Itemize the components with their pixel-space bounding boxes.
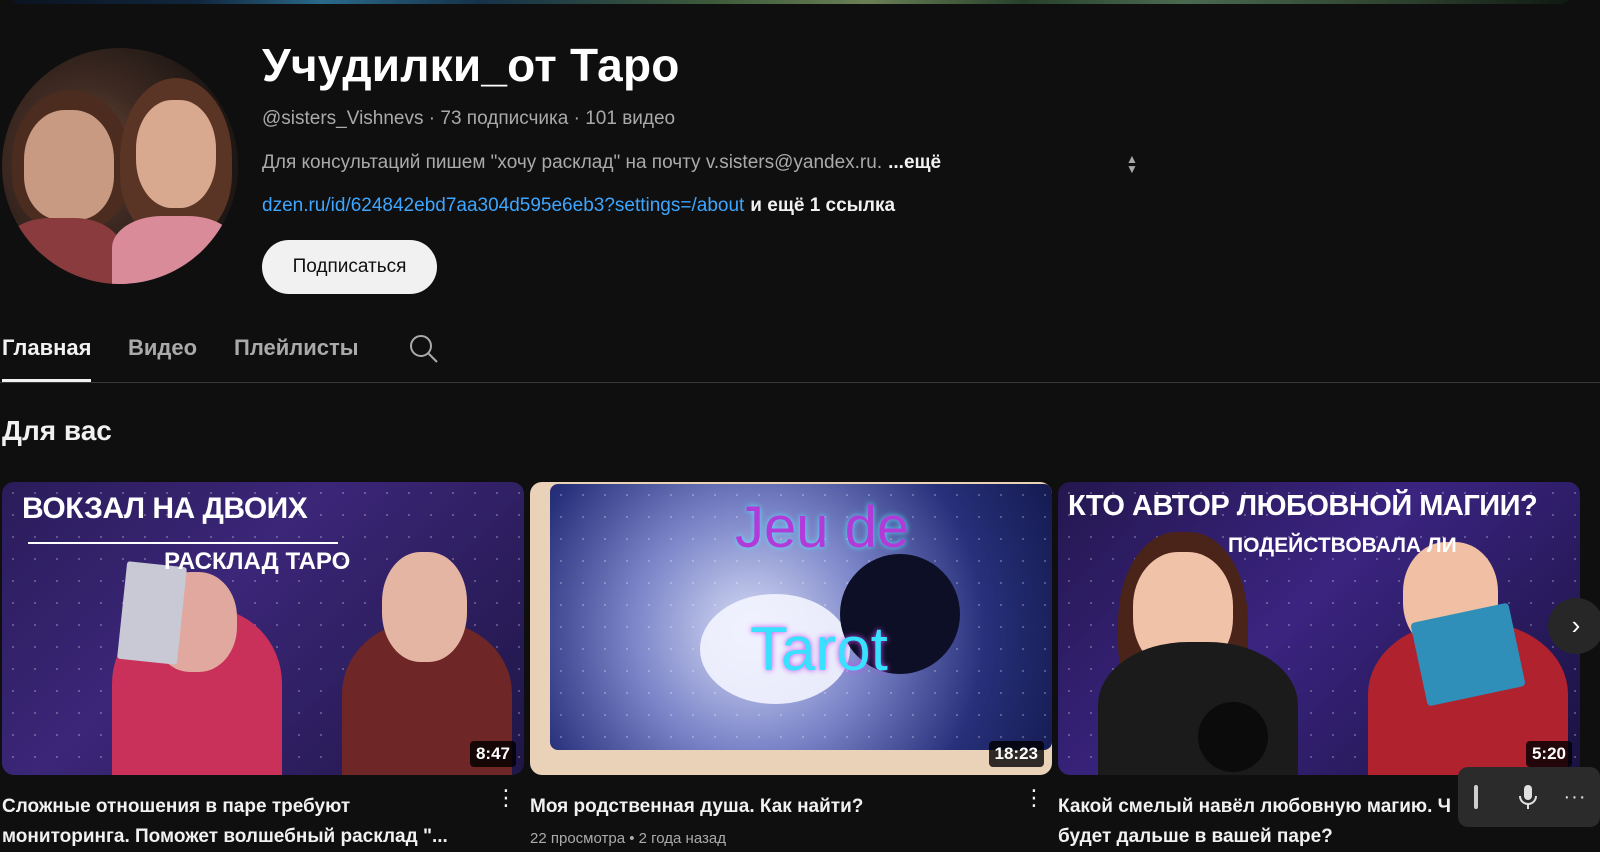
thumbnail-text: Tarot (750, 615, 888, 684)
thumbnail-text: Jeu de (735, 495, 910, 560)
section-title: Для вас (2, 415, 112, 446)
thumbnail-text: ПОДЕЙСТВОВАЛА ЛИ (1228, 534, 1457, 557)
video-thumbnail[interactable]: КТО АВТОР ЛЮБОВНОЙ МАГИИ? ПОДЕЙСТВОВАЛА … (1058, 482, 1580, 775)
subscribe-button[interactable]: Подписаться (262, 240, 437, 294)
channel-links: dzen.ru/id/624842ebd7aa304d595e6eb3?sett… (262, 195, 895, 217)
subscriber-count: 73 подписчика (440, 108, 569, 129)
more-horiz-icon[interactable]: ··· (1562, 783, 1588, 811)
channel-meta: @sisters_Vishnevs · 73 подписчика · 101 … (262, 108, 675, 130)
video-thumbnail[interactable]: Jeu de Tarot 18:23 (530, 482, 1052, 775)
video-duration: 18:23 (988, 741, 1044, 767)
channel-external-link[interactable]: dzen.ru/id/624842ebd7aa304d595e6eb3?sett… (262, 195, 744, 216)
thumbnail-text: РАСКЛАД ТАРО (164, 548, 351, 575)
video-meta: 22 просмотра • 2 года назад (530, 830, 726, 847)
more-vert-icon[interactable]: ⋮ (494, 784, 518, 812)
channel-banner (10, 0, 1570, 4)
channel-name: Учудилки_от Таро (262, 39, 680, 91)
video-thumbnail[interactable]: ВОКЗАЛ НА ДВОИХ РАСКЛАД ТАРО 8:47 (2, 482, 524, 775)
tab-home[interactable]: Главная (2, 335, 92, 382)
meta-separator: · (573, 108, 580, 129)
more-links-button[interactable]: и ещё 1 ссылка (750, 195, 895, 216)
description-more-link[interactable]: ...ещё (888, 152, 941, 173)
chevron-right-icon[interactable]: › (1548, 598, 1600, 654)
video-duration: 8:47 (469, 741, 516, 767)
tab-videos[interactable]: Видео (128, 335, 197, 379)
search-icon[interactable] (408, 333, 440, 365)
channel-tabs: Главная Видео Плейлисты (0, 325, 1600, 383)
mic-icon[interactable] (1516, 783, 1540, 811)
thumbnail-text: ВОКЗАЛ НА ДВОИХ (22, 492, 308, 525)
video-title[interactable]: Моя родственная душа. Как найти? (530, 792, 990, 822)
meta-separator: · (428, 108, 436, 129)
drag-handle[interactable] (1474, 785, 1478, 809)
video-count: 101 видео (585, 108, 676, 129)
video-title[interactable]: Сложные отношения в паре требуют монитор… (2, 792, 462, 852)
description-text: Для консультаций пишем "хочу расклад" на… (262, 152, 883, 173)
thumbnail-text: КТО АВТОР ЛЮБОВНОЙ МАГИИ? (1068, 490, 1538, 522)
unfold-icon: ▲ ▼ (1126, 152, 1138, 176)
video-duration: 5:20 (1525, 741, 1572, 767)
channel-handle: @sisters_Vishnevs (262, 108, 424, 129)
more-vert-icon[interactable]: ⋮ (1022, 784, 1046, 812)
channel-description[interactable]: Для консультаций пишем "хочу расклад" на… (262, 152, 941, 174)
tab-playlists[interactable]: Плейлисты (234, 335, 359, 379)
floating-toolbar: ··· (1458, 767, 1600, 827)
video-title[interactable]: Какой смелый навёл любовную магию. Ч буд… (1058, 792, 1458, 852)
channel-avatar[interactable] (2, 48, 238, 284)
